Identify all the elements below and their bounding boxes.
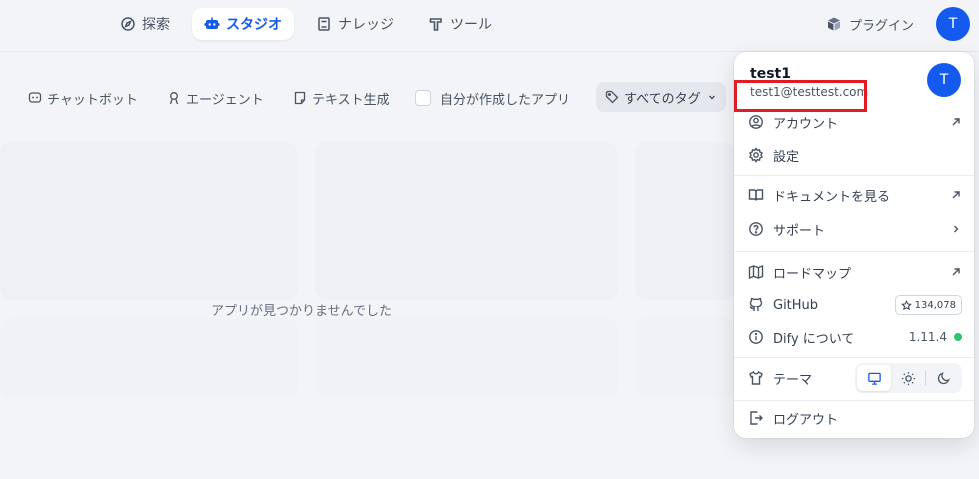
- star-icon: [900, 299, 912, 311]
- nav-explore[interactable]: 探索: [108, 8, 182, 40]
- app-card-placeholder: [0, 318, 298, 398]
- menu-item-logout-label: ログアウト: [773, 412, 839, 428]
- tag-filter-label: すべてのタグ: [624, 91, 701, 107]
- menu-divider: [734, 251, 974, 252]
- compass-icon: [120, 16, 136, 32]
- menu-item-support-label: サポート: [773, 223, 826, 239]
- app-card-placeholder: [315, 318, 618, 398]
- menu-item-about-label: Dify について: [773, 331, 855, 347]
- theme-light-button[interactable]: [891, 365, 925, 391]
- app-card-placeholder: [635, 142, 735, 300]
- cube-icon: [826, 16, 842, 32]
- created-by-me-checkbox[interactable]: [415, 90, 431, 106]
- menu-item-theme-label: テーマ: [773, 372, 813, 388]
- menu-divider: [734, 357, 974, 358]
- top-header: 探索 スタジオ ナレッジ ツール プラグイン T: [0, 0, 979, 52]
- github-star-badge: 134,078: [894, 295, 962, 315]
- menu-item-docs[interactable]: ドキュメントを見る: [748, 183, 962, 207]
- robot-icon: [204, 16, 220, 32]
- email-highlight-box: [734, 80, 867, 112]
- nav-studio-label: スタジオ: [226, 17, 282, 33]
- version-status-dot: [954, 333, 962, 341]
- filter-agent-label: エージェント: [186, 92, 264, 108]
- document-icon: [293, 91, 307, 105]
- monitor-icon: [867, 371, 882, 386]
- logout-icon: [748, 410, 764, 426]
- filter-chatbot-label: チャットボット: [47, 92, 138, 108]
- plugins-button[interactable]: プラグイン: [826, 12, 914, 36]
- app-card-placeholder: [315, 142, 618, 300]
- menu-item-account[interactable]: アカウント: [748, 110, 962, 134]
- menu-item-settings-label: 設定: [773, 149, 800, 165]
- nav-explore-label: 探索: [142, 17, 170, 33]
- book-icon: [316, 16, 332, 32]
- nav-tools[interactable]: ツール: [416, 8, 504, 40]
- user-avatar-button[interactable]: T: [936, 7, 970, 41]
- menu-item-about[interactable]: Dify について 1.11.4: [748, 325, 962, 349]
- menu-divider: [734, 400, 974, 401]
- account-avatar: T: [927, 63, 961, 97]
- external-link-icon: [950, 189, 962, 201]
- moon-icon: [936, 371, 951, 386]
- tag-filter-dropdown[interactable]: すべてのタグ: [596, 82, 726, 112]
- menu-item-account-label: アカウント: [773, 116, 839, 132]
- filter-text-generation-label: テキスト生成: [312, 92, 390, 108]
- nav-knowledge-label: ナレッジ: [338, 17, 394, 33]
- chevron-right-icon: [950, 223, 962, 235]
- info-circle-icon: [748, 329, 764, 345]
- menu-item-settings[interactable]: 設定: [748, 143, 962, 167]
- menu-divider: [734, 175, 974, 176]
- menu-item-roadmap-label: ロードマップ: [773, 266, 852, 282]
- filter-text-generation[interactable]: テキスト生成: [293, 84, 390, 112]
- hammer-icon: [428, 16, 444, 32]
- open-book-icon: [748, 187, 764, 203]
- github-star-count: 134,078: [914, 299, 956, 311]
- tag-icon: [605, 90, 619, 104]
- menu-item-docs-label: ドキュメントを見る: [773, 189, 891, 205]
- theme-system-button[interactable]: [857, 365, 891, 391]
- tshirt-icon: [748, 370, 764, 386]
- sun-icon: [901, 371, 916, 386]
- help-circle-icon: [748, 221, 764, 237]
- github-icon: [748, 297, 764, 313]
- empty-state-message: アプリが見つかりませんでした: [211, 304, 392, 319]
- menu-item-theme: テーマ: [748, 363, 962, 393]
- nav-studio[interactable]: スタジオ: [192, 8, 294, 40]
- nav-knowledge[interactable]: ナレッジ: [304, 8, 406, 40]
- menu-item-roadmap[interactable]: ロードマップ: [748, 260, 962, 284]
- app-card-placeholder: [635, 318, 735, 398]
- filter-chatbot[interactable]: チャットボット: [28, 84, 138, 112]
- filter-agent[interactable]: エージェント: [167, 84, 264, 112]
- map-icon: [748, 264, 764, 280]
- chevron-down-icon: [706, 91, 718, 103]
- external-link-icon: [950, 266, 962, 278]
- menu-item-support[interactable]: サポート: [748, 217, 962, 241]
- filter-created-by-me[interactable]: 自分が作成したアプリ: [415, 84, 570, 112]
- agent-icon: [167, 91, 181, 105]
- theme-switcher: [855, 363, 962, 393]
- menu-item-github[interactable]: GitHub 134,078: [748, 293, 962, 317]
- external-link-icon: [950, 116, 962, 128]
- menu-item-github-label: GitHub: [773, 297, 819, 313]
- nav-tools-label: ツール: [450, 17, 492, 33]
- app-card-placeholder: [0, 142, 298, 300]
- gear-icon: [748, 147, 764, 163]
- menu-item-logout[interactable]: ログアウト: [748, 406, 962, 430]
- created-by-me-label: 自分が作成したアプリ: [440, 92, 571, 108]
- plugins-label: プラグイン: [849, 18, 915, 34]
- app-version: 1.11.4: [908, 330, 947, 344]
- chat-bubble-icon: [28, 91, 42, 105]
- user-circle-icon: [748, 114, 764, 130]
- theme-dark-button[interactable]: [926, 365, 960, 391]
